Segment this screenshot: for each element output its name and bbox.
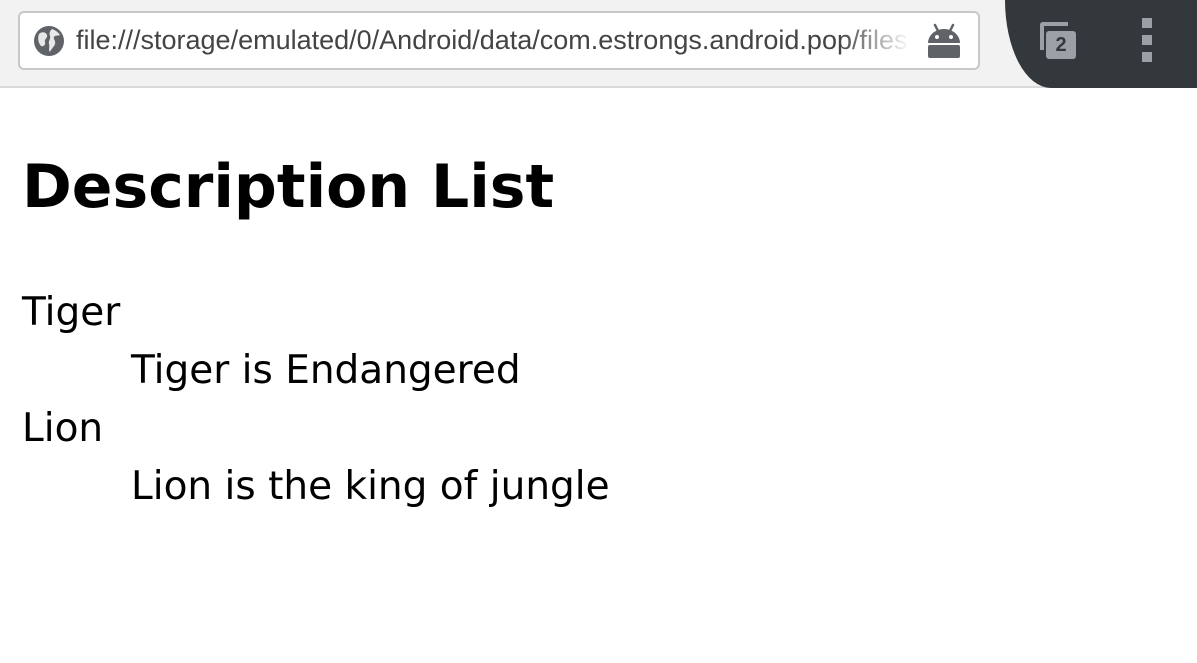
page-content: Description List Tiger Tiger is Endanger… xyxy=(22,88,1197,663)
menu-dot xyxy=(1142,35,1152,45)
toolbar-actions-area: 2 xyxy=(1005,0,1197,88)
menu-dot xyxy=(1142,18,1152,28)
url-fade xyxy=(840,13,910,68)
tab-count-badge: 2 xyxy=(1046,31,1076,59)
description-list: Tiger Tiger is Endangered Lion Lion is t… xyxy=(22,284,610,516)
description-tiger: Tiger is Endangered xyxy=(131,348,521,393)
menu-dot xyxy=(1142,52,1152,62)
page-heading: Description List xyxy=(22,152,555,222)
browser-toolbar: file:///storage/emulated/0/Android/data/… xyxy=(0,0,1197,88)
description-lion: Lion is the king of jungle xyxy=(131,464,610,509)
address-bar[interactable]: file:///storage/emulated/0/Android/data/… xyxy=(18,11,980,70)
url-text[interactable]: file:///storage/emulated/0/Android/data/… xyxy=(76,13,908,68)
tab-switcher-icon[interactable]: 2 xyxy=(1036,18,1084,66)
term-lion: Lion xyxy=(22,406,104,451)
android-icon[interactable] xyxy=(924,21,964,61)
term-tiger: Tiger xyxy=(22,290,121,335)
globe-icon[interactable] xyxy=(33,25,65,57)
more-vert-icon[interactable] xyxy=(1133,18,1163,62)
